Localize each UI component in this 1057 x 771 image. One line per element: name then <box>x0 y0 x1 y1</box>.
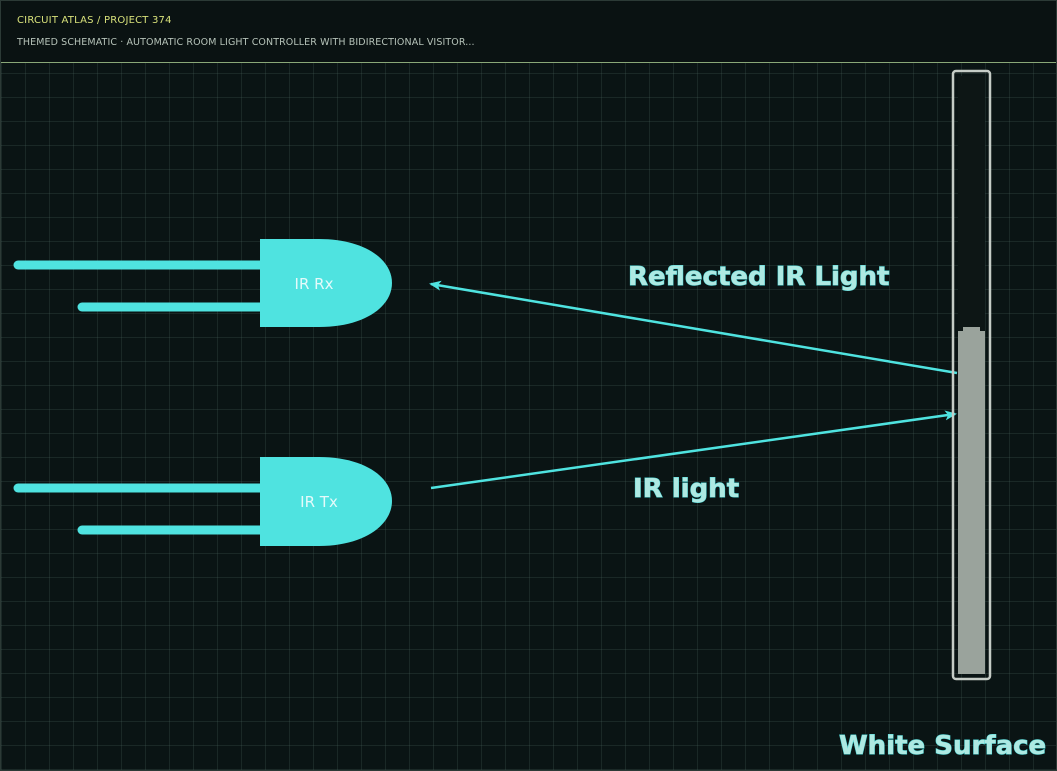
white-surface <box>951 69 992 681</box>
reflected-light-arrow <box>429 280 958 375</box>
ir-reflection-diagram: IR Rx IR Tx Reflected IR Light IR light … <box>13 69 1047 762</box>
transmitter-label: IR Tx <box>300 493 338 511</box>
surface-fill-cap <box>963 327 980 332</box>
ir-light-label: IR light <box>633 474 739 504</box>
page: CIRCUIT ATLAS / PROJECT 374 THEMED SCHEM… <box>0 0 1057 771</box>
ir-receiver: IR Rx <box>13 239 392 327</box>
white-surface-label: White Surface <box>839 731 1046 761</box>
reflected-light-label: Reflected IR Light <box>628 262 889 292</box>
surface-fill <box>958 331 985 674</box>
ir-transmitter: IR Tx <box>13 457 392 546</box>
receiver-label: IR Rx <box>295 275 334 293</box>
